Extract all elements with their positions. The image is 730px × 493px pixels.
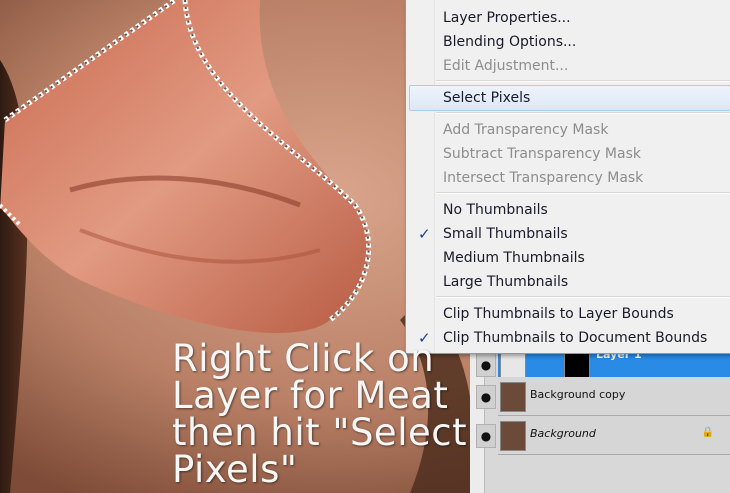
visibility-eye-icon[interactable]: ● <box>476 424 496 448</box>
layers-panel: ● Layer 1 ● Background copy ● Background… <box>470 345 730 493</box>
layer-context-menu: Layer Properties... Blending Options... … <box>405 0 730 354</box>
tutorial-caption: Right Click on Layer for Meat then hit "… <box>172 340 472 488</box>
menu-separator <box>436 296 730 298</box>
caption-line: Pixels" <box>172 448 298 491</box>
menu-item-small-thumbnails[interactable]: ✓ Small Thumbnails <box>406 222 730 246</box>
caption-line: then hit "Select <box>172 411 468 454</box>
layer-row-background[interactable]: ● Background 🔒 <box>476 416 730 455</box>
menu-item-clip-to-layer-bounds[interactable]: Clip Thumbnails to Layer Bounds <box>406 302 730 326</box>
menu-separator <box>436 112 730 114</box>
menu-item-blending-options[interactable]: Blending Options... <box>406 30 730 54</box>
menu-item-edit-adjustment: Edit Adjustment... <box>443 58 569 74</box>
menu-item-medium-thumbnails[interactable]: Medium Thumbnails <box>406 246 730 270</box>
layer-name: Background <box>530 427 596 440</box>
menu-item-add-transparency-mask: Add Transparency Mask <box>443 122 609 138</box>
menu-item-subtract-transparency-mask: Subtract Transparency Mask <box>443 146 641 162</box>
menu-separator <box>436 80 730 82</box>
caption-line: Layer for Meat <box>172 374 449 417</box>
layer-name: Background copy <box>530 388 626 401</box>
caption-line: Right Click on <box>172 337 435 380</box>
checkmark-icon: ✓ <box>418 225 431 243</box>
visibility-eye-icon[interactable]: ● <box>476 385 496 409</box>
layer-thumbnail <box>500 382 526 412</box>
lock-icon: 🔒 <box>701 427 714 438</box>
layer-thumbnail <box>500 421 526 451</box>
layer-mask-thumbnail[interactable] <box>564 350 590 380</box>
menu-separator <box>436 192 730 194</box>
layer-thumbnail <box>500 350 526 380</box>
menu-item-layer-properties[interactable]: Layer Properties... <box>406 6 730 30</box>
menu-item-select-pixels[interactable]: Select Pixels <box>409 85 730 111</box>
menu-item-intersect-transparency-mask: Intersect Transparency Mask <box>443 170 644 186</box>
menu-item-no-thumbnails[interactable]: No Thumbnails <box>406 198 730 222</box>
visibility-eye-icon[interactable]: ● <box>476 353 496 377</box>
menu-item-large-thumbnails[interactable]: Large Thumbnails <box>406 270 730 294</box>
layer-row-background-copy[interactable]: ● Background copy <box>476 377 730 416</box>
